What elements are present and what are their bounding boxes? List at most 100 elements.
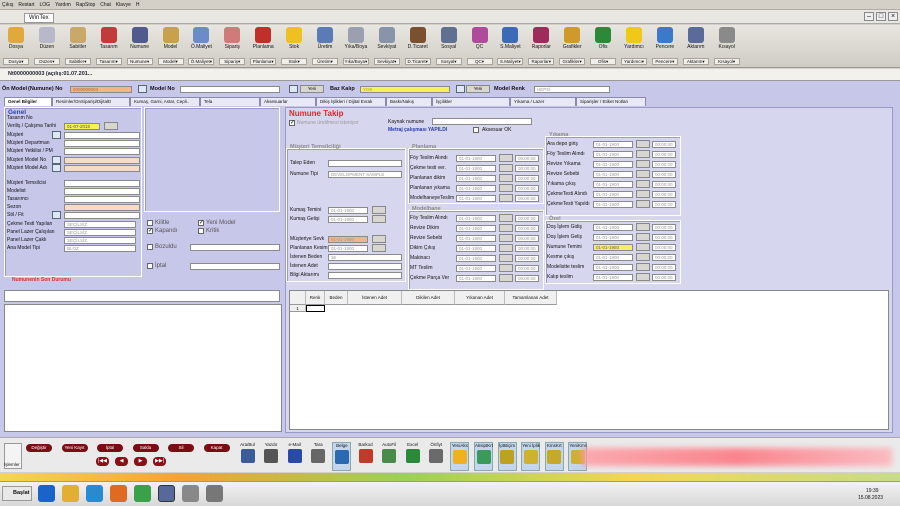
- ozel-time-field[interactable]: 00:00:00: [652, 234, 676, 241]
- tool-button-6[interactable]: AutoFil: [380, 442, 399, 471]
- planlama-time-field[interactable]: 00:00:00: [515, 185, 539, 192]
- stil-search-icon[interactable]: [52, 211, 61, 219]
- modelhane-date-field[interactable]: 01-01-1900: [456, 235, 496, 242]
- toolbar-dropdown[interactable]: Ofis▾: [590, 58, 617, 65]
- toolbar-star-button[interactable]: Stok Stok▾: [280, 26, 308, 66]
- action-button-4[interactable]: Sil: [168, 444, 194, 452]
- nav-button-0[interactable]: |◀◀: [96, 457, 109, 466]
- toolbar-dropdown[interactable]: Sosyal▾: [435, 58, 462, 65]
- toolbar-trade-button[interactable]: D.Ticaret D.Ticaret▾: [404, 26, 432, 66]
- taskbar-app-icon[interactable]: [182, 485, 199, 502]
- yikama-time-field[interactable]: 00:00:00: [652, 201, 676, 208]
- son-durum-field[interactable]: [4, 290, 280, 302]
- date-picker-button[interactable]: [499, 274, 513, 282]
- toolbar-qc-button[interactable]: QC QC▾: [466, 26, 494, 66]
- yikama-time-field[interactable]: 00:00:00: [652, 161, 676, 168]
- date-picker-button[interactable]: [636, 253, 650, 261]
- tab-5[interactable]: Dikiş İşlikleri / Dijital Evrak: [316, 97, 386, 106]
- menu-3[interactable]: Yardım: [55, 2, 71, 8]
- toolbar-dropdown[interactable]: Sabitler▾: [64, 58, 91, 65]
- toolbar-social-button[interactable]: Sosyal Sosyal▾: [435, 26, 463, 66]
- date-picker-button[interactable]: [499, 194, 513, 202]
- modelhane-date-field[interactable]: 01-01-1900: [456, 265, 496, 272]
- toolbar-dropdown[interactable]: QC▾: [466, 58, 493, 65]
- menu-6[interactable]: Klavye: [116, 2, 131, 8]
- date-picker-button[interactable]: [372, 235, 386, 243]
- tab-7[interactable]: İşçilikler: [432, 97, 510, 106]
- date-picker-button[interactable]: [636, 200, 650, 208]
- on-model-search-icon[interactable]: [138, 85, 147, 93]
- modelhane-time-field[interactable]: 00:00:00: [515, 265, 539, 272]
- toolbar-dropdown[interactable]: Üretim▾: [312, 58, 338, 65]
- taskbar-app-icon[interactable]: [158, 485, 175, 502]
- start-button[interactable]: Başlat: [2, 486, 32, 501]
- toolbar-dropdown[interactable]: Grafikler▾: [559, 58, 586, 65]
- yeni-model-button[interactable]: Yeni: [300, 85, 324, 93]
- iptal-checkbox[interactable]: [147, 263, 153, 269]
- modelhane-time-field[interactable]: 00:00:00: [515, 275, 539, 282]
- action-button-5[interactable]: Kapat: [203, 444, 230, 452]
- taskbar-app-icon[interactable]: [110, 485, 127, 502]
- genel-text-field[interactable]: [64, 196, 140, 203]
- date-picker-button[interactable]: [636, 233, 650, 241]
- toolbar-design-button[interactable]: Tasarım Tasarım▾: [95, 26, 123, 66]
- toolbar-dropdown[interactable]: D.Ticaret▾: [404, 58, 431, 65]
- musteri-date-field[interactable]: 01-01-1900: [328, 216, 368, 223]
- bozuldu-checkbox[interactable]: [147, 244, 153, 250]
- yikama-date-field[interactable]: 01-01-1900: [593, 171, 633, 178]
- document-tab[interactable]: Nt0000000003 (açılış:01.07.201...: [8, 71, 92, 77]
- genel-select[interactable]: SEÇİLSİZ: [64, 221, 136, 228]
- modelhane-date-field[interactable]: 01-01-1900: [456, 215, 496, 222]
- tab-9[interactable]: Siparişler / Etiket Notları: [576, 97, 646, 106]
- model-no-search-icon[interactable]: [289, 85, 298, 93]
- toolbar-production-button[interactable]: Üretim Üretim▾: [311, 26, 339, 66]
- ozel-date-field[interactable]: 01-01-1950: [593, 244, 633, 251]
- date-picker-button[interactable]: [499, 184, 513, 192]
- musteri-model-adi-field[interactable]: [64, 165, 140, 172]
- toolbar-edit-button[interactable]: Düzen Düzen▾: [33, 26, 61, 66]
- toolbar-dropdown[interactable]: Sipariş▾: [219, 58, 246, 65]
- model-no-field[interactable]: [180, 86, 280, 93]
- toolbar-dropdown[interactable]: Düzen▾: [33, 58, 60, 65]
- tool-button-10[interactable]: AksiptKrt: [474, 442, 493, 471]
- date-picker-button[interactable]: [636, 263, 650, 271]
- baz-kalip-search-icon[interactable]: [456, 85, 465, 93]
- yikama-time-field[interactable]: 00:00:00: [652, 171, 676, 178]
- ozel-date-field[interactable]: 01-01-1900: [593, 274, 633, 281]
- ozel-time-field[interactable]: 00:00:00: [652, 274, 676, 281]
- yikama-date-field[interactable]: 01-01-1900: [593, 151, 633, 158]
- date-picker-button[interactable]: [499, 244, 513, 252]
- date-picker-button[interactable]: [636, 150, 650, 158]
- menu-5[interactable]: Chat: [100, 2, 111, 8]
- tool-button-1[interactable]: Yazdır: [262, 442, 281, 471]
- musteri-date-field[interactable]: 01-01-1900: [328, 245, 368, 252]
- planlama-time-field[interactable]: 00:00:00: [515, 175, 539, 182]
- date-picker-button[interactable]: [372, 244, 386, 252]
- ozel-time-field[interactable]: 00:00:00: [652, 254, 676, 261]
- nav-button-1[interactable]: ◀: [115, 457, 128, 466]
- tool-button-9[interactable]: YeniAks: [450, 442, 470, 471]
- notes-memo[interactable]: [4, 304, 282, 432]
- genel-text-field[interactable]: [64, 204, 140, 211]
- modelhane-time-field[interactable]: 00:00:00: [515, 215, 539, 222]
- yikama-date-field[interactable]: 01-01-1900: [593, 141, 633, 148]
- tool-button-3[interactable]: Tara: [309, 442, 328, 471]
- ozel-date-field[interactable]: 01-01-1900: [593, 264, 633, 271]
- toolbar-dropdown[interactable]: Stok▾: [281, 58, 308, 65]
- date-picker-button[interactable]: [499, 154, 513, 162]
- baz-kalip-field[interactable]: YOK: [360, 86, 450, 93]
- modelhane-time-field[interactable]: 00:00:00: [515, 245, 539, 252]
- modelhane-date-field[interactable]: 01-01-1900: [456, 225, 496, 232]
- toolbar-cost-button[interactable]: Ö.Maliyet Ö.Maliyet▾: [187, 26, 215, 66]
- toolbar-dropdown[interactable]: Tasarım▾: [95, 58, 122, 65]
- bilgi-aktarimi-field[interactable]: [328, 272, 402, 279]
- tool-button-2[interactable]: e-Mail: [285, 442, 304, 471]
- date-picker-button[interactable]: [499, 224, 513, 232]
- date-picker-button[interactable]: [636, 160, 650, 168]
- modelhane-date-field[interactable]: 01-01-1900: [456, 255, 496, 262]
- tab-2[interactable]: Kumaş, Garni, Astar, Cepli..: [130, 97, 200, 106]
- nav-button-3[interactable]: ▶▶|: [153, 457, 166, 466]
- planlama-date-field[interactable]: 01-01-1900: [456, 175, 496, 182]
- toolbar-dropdown[interactable]: Numune▾: [126, 58, 153, 65]
- kritik-checkbox[interactable]: [198, 228, 204, 234]
